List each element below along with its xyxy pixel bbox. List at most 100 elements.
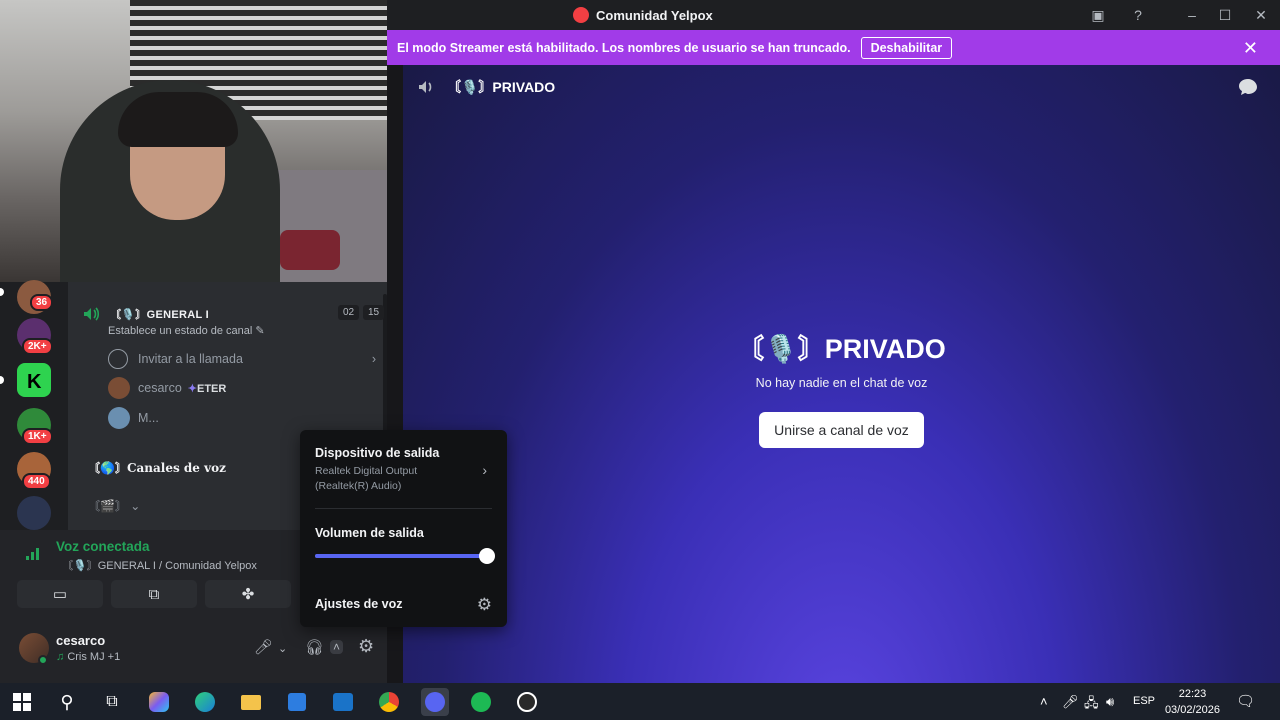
spotify-icon[interactable] xyxy=(467,688,495,716)
chrome-icon[interactable] xyxy=(375,688,403,716)
microphone-icon[interactable]: 🎤︎ xyxy=(1062,694,1079,710)
user-limit: 15 xyxy=(363,305,385,320)
gear-icon[interactable]: ⚙ xyxy=(358,636,374,657)
voice-settings-link[interactable]: Ajustes de voz xyxy=(315,597,403,611)
invite-to-call[interactable]: Invitar a la llamada › xyxy=(108,348,388,370)
kick-icon[interactable]: K xyxy=(17,363,51,397)
chat-icon[interactable] xyxy=(1238,78,1258,96)
music-icon: ♫ xyxy=(56,651,65,663)
output-volume-title: Volumen de salida xyxy=(315,526,424,540)
camera-off-button[interactable]: ▭ xyxy=(17,580,103,608)
avatar xyxy=(108,377,130,399)
obs-icon[interactable] xyxy=(513,688,541,716)
pencil-icon: ✎ xyxy=(255,325,265,337)
add-user-icon xyxy=(108,349,128,369)
chevron-right-icon[interactable]: › xyxy=(482,462,487,478)
volume-icon[interactable]: 🔊︎ xyxy=(1106,694,1114,710)
taskbar: ⚲ ⧉ ˄ 🎤︎ 🖧 🔊︎ ESP 22:23 03/02/2026 🗨︎ xyxy=(0,683,1280,720)
activities-icon: ✤ xyxy=(241,586,255,603)
file-explorer-icon[interactable] xyxy=(237,688,265,716)
category-voice-channels[interactable]: 〘🌎〙Canales de voz xyxy=(88,459,226,476)
divider xyxy=(315,508,492,509)
channel-title: 〘🎙️〙PRIVADO xyxy=(447,79,556,95)
screen-share-icon: ⧉ xyxy=(148,585,160,603)
streamer-mode-banner: El modo Streamer está habilitado. Los no… xyxy=(387,30,1280,65)
clock[interactable]: 22:23 03/02/2026 xyxy=(1165,686,1220,718)
empty-message: No hay nadie en el chat de voz xyxy=(755,376,928,390)
avatar xyxy=(108,407,130,429)
task-view-icon[interactable]: ⧉ xyxy=(98,688,126,716)
minimize-icon[interactable]: – xyxy=(1182,5,1202,25)
server-icon[interactable] xyxy=(17,496,51,530)
disable-streamer-button[interactable]: Deshabilitar xyxy=(860,36,953,59)
gear-icon[interactable]: ⚙ xyxy=(477,595,492,615)
slider-fill xyxy=(315,554,487,558)
activities-button[interactable]: ✤ xyxy=(205,580,291,608)
share-screen-button[interactable]: ⧉ xyxy=(111,580,197,608)
slider-knob[interactable] xyxy=(479,548,495,564)
server-rail: 36 2K+ K 1K+ 440 xyxy=(0,280,68,530)
network-icon[interactable]: 🖧 xyxy=(1084,694,1099,716)
person-hair xyxy=(118,92,238,147)
webcam-overlay xyxy=(0,0,387,282)
output-device-name[interactable]: Realtek Digital Output (Realtek(R) Audio… xyxy=(315,464,465,494)
voice-channel-name: 〘🎙️〙GENERAL I xyxy=(110,309,209,321)
close-icon[interactable]: ✕ xyxy=(1251,5,1271,25)
svg-text:K: K xyxy=(27,371,42,393)
voice-member[interactable]: M... xyxy=(108,406,159,430)
chevron-right-icon: › xyxy=(371,352,376,366)
member-name: M... xyxy=(138,411,159,425)
mention-badge: 1K+ xyxy=(22,428,53,445)
user-count: 02 xyxy=(338,305,360,320)
maximize-icon[interactable]: ☐ xyxy=(1215,5,1235,25)
store-icon[interactable] xyxy=(283,688,311,716)
member-name: cesarco xyxy=(138,381,182,395)
category-collapsed[interactable]: 〘🎬〙 ⌄ xyxy=(88,497,140,514)
speaker-icon xyxy=(419,81,432,93)
microphone-icon[interactable]: 🎤︎ xyxy=(254,638,273,656)
username[interactable]: cesarco xyxy=(56,633,105,648)
voice-status[interactable]: Voz conectada xyxy=(56,539,150,554)
inbox-icon[interactable]: ▣ xyxy=(1088,5,1108,25)
mention-badge: 440 xyxy=(22,473,51,490)
unread-pill xyxy=(0,376,4,384)
copilot-icon[interactable] xyxy=(145,688,173,716)
channel-header: 〘🎙️〙PRIVADO xyxy=(417,77,555,97)
banner-message: El modo Streamer está habilitado. Los no… xyxy=(397,40,851,55)
user-activity: ♫ Cris MJ +1 xyxy=(56,651,121,663)
close-icon[interactable]: ✕ xyxy=(1243,38,1258,59)
voice-channel-general[interactable]: 〘🎙️〙GENERAL I 02 15 xyxy=(82,304,385,324)
user-panel: cesarco ♫ Cris MJ +1 🎤︎ ⌄ 🎧︎ ˄ ⚙ xyxy=(0,630,403,683)
help-icon[interactable]: ? xyxy=(1128,5,1148,25)
mention-badge: 36 xyxy=(30,294,54,311)
server-logo-icon xyxy=(573,7,589,23)
chevron-up-icon[interactable]: ˄ xyxy=(330,640,344,654)
voice-location[interactable]: 〘🎙️〙GENERAL I / Comunidad Yelpox xyxy=(62,557,257,573)
output-volume-slider[interactable] xyxy=(315,548,495,564)
set-channel-status[interactable]: Establece un estado de canal ✎ xyxy=(108,324,265,337)
clan-tag: ✦ETER xyxy=(187,382,227,395)
audio-output-popup: Dispositivo de salida Realtek Digital Ou… xyxy=(300,430,507,627)
speaker-icon xyxy=(84,307,100,321)
chevron-down-icon: ⌄ xyxy=(130,499,141,513)
title-bar: Comunidad Yelpox ▣ ? – ☐ ✕ xyxy=(387,0,1280,30)
notification-icon[interactable]: 🗨︎ xyxy=(1236,692,1255,710)
join-voice-button[interactable]: Unirse a canal de voz xyxy=(759,412,924,448)
headphones-icon[interactable]: 🎧︎ xyxy=(305,638,324,656)
edge-icon[interactable] xyxy=(191,688,219,716)
discord-icon[interactable] xyxy=(421,688,449,716)
outlook-icon[interactable] xyxy=(329,688,357,716)
red-object xyxy=(280,230,340,270)
mention-badge: 2K+ xyxy=(22,338,53,355)
chevron-up-icon[interactable]: ˄ xyxy=(1040,694,1048,709)
chevron-down-icon[interactable]: ⌄ xyxy=(278,642,287,655)
invite-label: Invitar a la llamada xyxy=(138,352,243,366)
empty-voice-state: 〘🎙️〙PRIVADO No hay nadie en el chat de v… xyxy=(403,327,1280,448)
search-icon[interactable]: ⚲ xyxy=(53,688,81,716)
windows-start-icon[interactable] xyxy=(8,688,36,716)
window-title: Comunidad Yelpox xyxy=(573,7,713,23)
language-indicator[interactable]: ESP xyxy=(1133,695,1155,707)
voice-member[interactable]: cesarco ✦ETER xyxy=(108,376,226,400)
output-device-title[interactable]: Dispositivo de salida xyxy=(315,446,439,460)
signal-icon[interactable] xyxy=(26,546,42,560)
